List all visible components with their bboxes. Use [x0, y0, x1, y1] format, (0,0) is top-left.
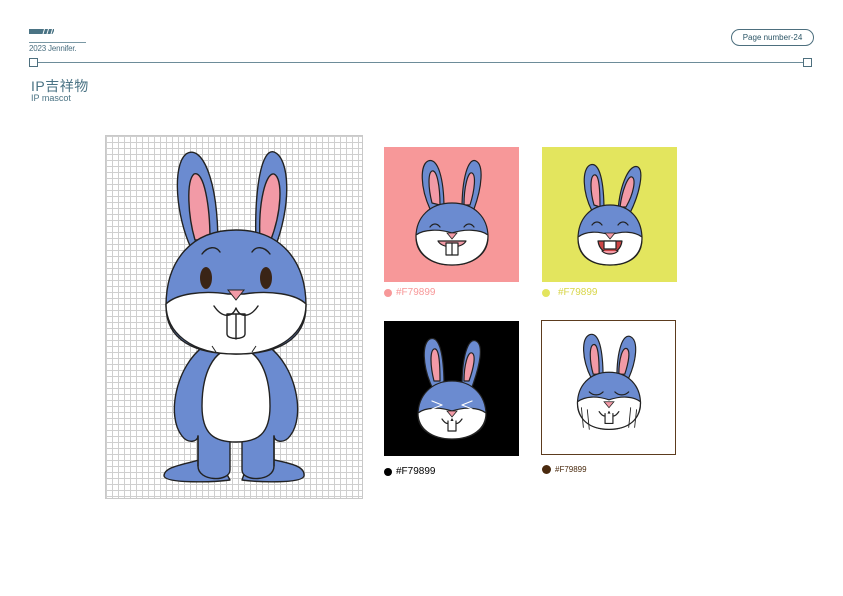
brand-year-text: 2023 Jennifer.: [29, 44, 77, 53]
swatch-card-2: [542, 147, 677, 282]
swatch-card-4: [541, 320, 676, 455]
color-dot-icon: [384, 288, 392, 297]
bunny-face-squinting: [384, 321, 519, 456]
header-divider: [37, 62, 804, 63]
divider-end-right: [803, 58, 812, 67]
swatch-hex-text: #F79899: [558, 287, 598, 298]
mascot-grid-panel: [105, 135, 363, 499]
brand-logo-stripes: [29, 29, 54, 34]
swatch-label-1: #F79899: [384, 287, 435, 298]
swatch-label-4: #F79899: [542, 465, 587, 474]
swatch-label-3: #F79899: [384, 466, 435, 477]
bunny-face-crying: [542, 321, 675, 454]
section-title-english: IP mascot: [31, 93, 71, 103]
page-number-badge: Page number-24: [731, 29, 814, 46]
swatch-hex-text: #F79899: [396, 466, 436, 477]
color-dot-icon: [542, 288, 550, 297]
divider-end-left: [29, 58, 38, 67]
swatch-card-3: [384, 321, 519, 456]
bunny-face-laughing: [384, 147, 519, 282]
swatch-card-1: [384, 147, 519, 282]
color-dot-icon: [384, 467, 392, 476]
bunny-full-body-illustration: [163, 151, 307, 483]
bunny-face-excited: [542, 147, 677, 282]
brand-underline: [29, 42, 86, 43]
swatch-hex-text: #F79899: [555, 465, 587, 474]
swatch-label-2: #F79899: [542, 287, 597, 298]
color-dot-icon: [542, 465, 551, 474]
swatch-hex-text: #F79899: [396, 287, 436, 298]
